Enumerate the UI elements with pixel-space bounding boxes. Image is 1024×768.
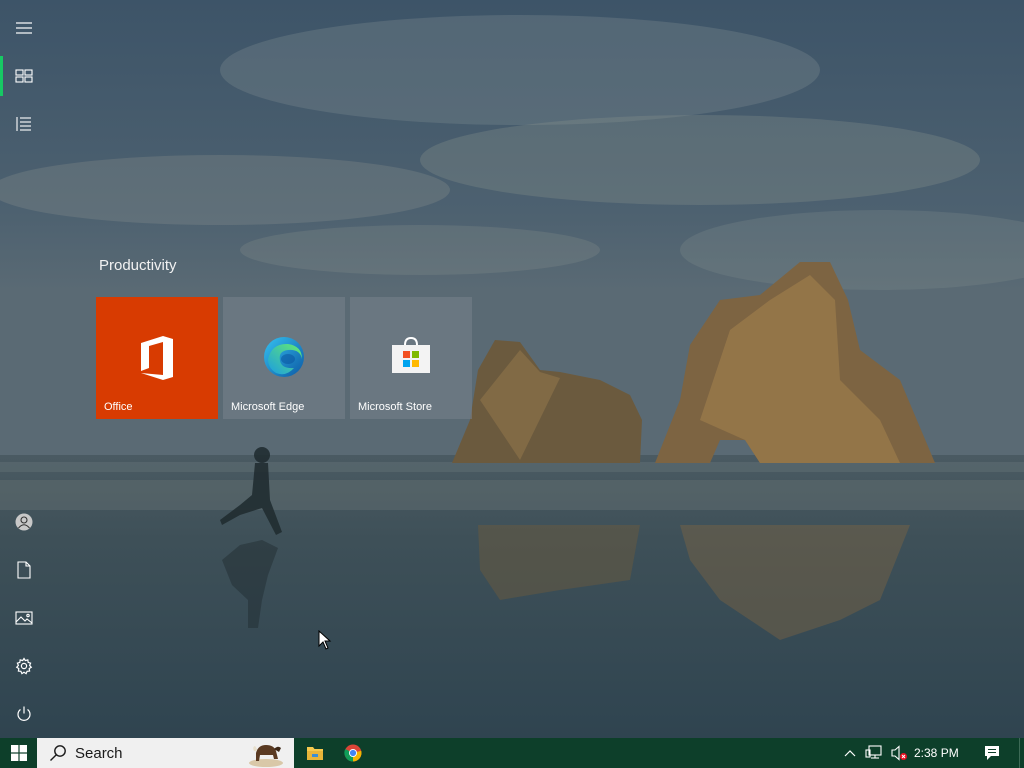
network-icon bbox=[865, 745, 882, 759]
documents-button[interactable] bbox=[0, 546, 48, 594]
expand-menu-button[interactable] bbox=[0, 4, 48, 52]
network-button[interactable] bbox=[862, 738, 886, 768]
pinned-tiles-button[interactable] bbox=[0, 52, 48, 100]
store-icon bbox=[392, 336, 430, 373]
picture-icon bbox=[15, 611, 33, 625]
edge-icon bbox=[264, 337, 304, 377]
gear-icon bbox=[15, 657, 33, 675]
search-highlight-icon bbox=[249, 745, 283, 767]
user-account-button[interactable] bbox=[0, 498, 48, 546]
tile-group-title[interactable]: Productivity bbox=[99, 257, 177, 274]
search-box[interactable]: Search bbox=[37, 738, 294, 768]
taskbar-clock[interactable]: 2:38 PM bbox=[914, 738, 959, 768]
hamburger-icon bbox=[16, 22, 32, 34]
show-hidden-icons-button[interactable] bbox=[840, 738, 860, 768]
chevron-up-icon bbox=[844, 750, 856, 757]
action-center-icon bbox=[985, 746, 999, 760]
office-tile-label: Office bbox=[104, 401, 133, 413]
settings-button[interactable] bbox=[0, 642, 48, 690]
pictures-button[interactable] bbox=[0, 594, 48, 642]
power-button[interactable] bbox=[0, 690, 48, 738]
power-icon bbox=[17, 706, 31, 721]
user-icon bbox=[15, 513, 33, 531]
microsoft-store-tile[interactable]: Microsoft Store bbox=[350, 297, 472, 419]
document-icon bbox=[17, 561, 31, 579]
chrome-icon bbox=[344, 744, 362, 762]
mouse-cursor-icon bbox=[318, 630, 332, 650]
microsoft-edge-tile-label: Microsoft Edge bbox=[231, 401, 305, 413]
office-icon bbox=[141, 336, 173, 380]
windows-logo-icon bbox=[10, 745, 27, 761]
taskbar: Search 2:38 PM bbox=[0, 738, 1024, 768]
start-button[interactable] bbox=[0, 738, 37, 768]
volume-button[interactable] bbox=[887, 738, 911, 768]
show-desktop-button[interactable] bbox=[1019, 738, 1024, 768]
start-menu-rail bbox=[0, 0, 48, 738]
list-icon bbox=[16, 117, 31, 131]
action-center-button[interactable] bbox=[978, 738, 1006, 768]
volume-muted-icon bbox=[891, 745, 907, 761]
file-explorer-button[interactable] bbox=[298, 738, 332, 768]
folder-icon bbox=[307, 747, 323, 760]
search-icon bbox=[50, 745, 66, 761]
microsoft-edge-tile[interactable]: Microsoft Edge bbox=[223, 297, 345, 419]
search-placeholder: Search bbox=[75, 744, 123, 762]
tiles-icon bbox=[15, 69, 33, 83]
microsoft-store-tile-label: Microsoft Store bbox=[358, 401, 432, 413]
office-tile[interactable]: Office bbox=[96, 297, 218, 419]
all-apps-button[interactable] bbox=[0, 100, 48, 148]
chrome-button[interactable] bbox=[336, 738, 370, 768]
